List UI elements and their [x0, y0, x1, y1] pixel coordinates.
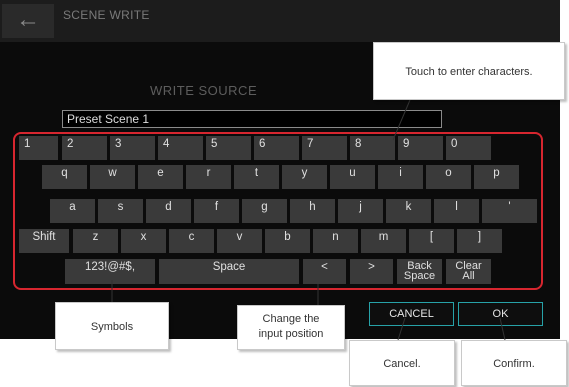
cancel-callout: Cancel.	[349, 340, 455, 386]
change-position-callout: Change the input position	[237, 305, 345, 350]
confirm-callout: Confirm.	[461, 340, 567, 386]
symbols-callout: Symbols	[55, 302, 169, 350]
touch-callout: Touch to enter characters.	[373, 42, 565, 100]
